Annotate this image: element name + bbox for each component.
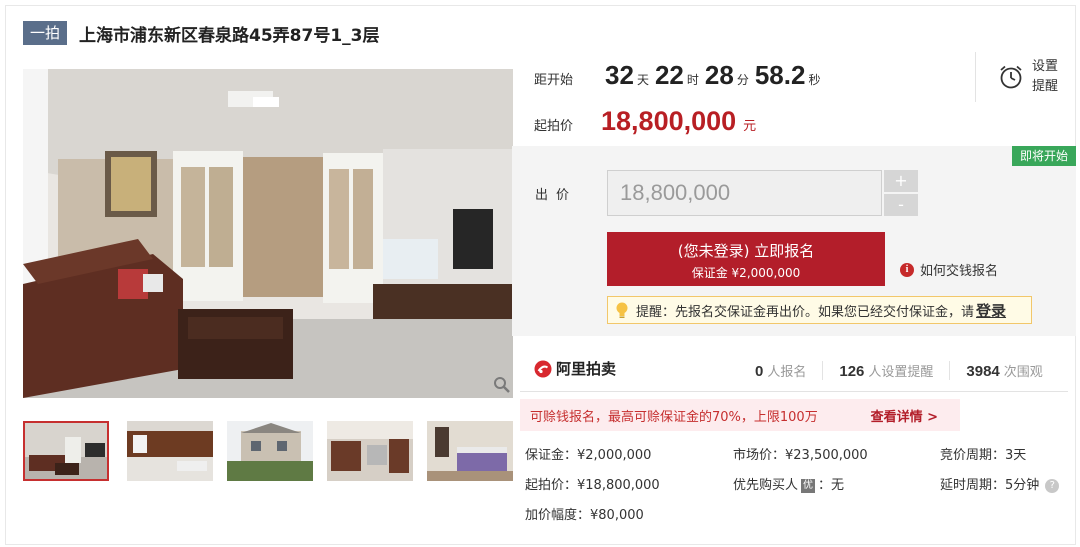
countdown-seconds: 58.2 <box>754 60 806 90</box>
priority-buyer-label: 优先购买人 <box>733 478 799 493</box>
countdown-seconds-unit: 秒 <box>808 73 821 87</box>
market-price-info: 市场价：¥23,500,000 <box>733 448 868 463</box>
thumbnail-2[interactable] <box>127 421 213 481</box>
credit-promo-text: 可赊钱报名，最高可赊保证金的70%，上限100万 <box>530 409 818 425</box>
bid-panel: 即将开始 出价 18,800,000 + - (您未登录) 立即报名 保证金 ¥… <box>512 146 1076 336</box>
login-tip: 提醒：先报名交保证金再出价。如果您已经交付保证金，请 登录 <box>607 296 1032 324</box>
priority-buyer-info: 优先购买人优：无 <box>733 474 844 493</box>
zoom-icon[interactable] <box>493 376 511 394</box>
ali-auction-logo-icon <box>534 360 552 377</box>
start-price-row: 起拍价 18,800,000 元 <box>534 106 756 137</box>
priority-buyer-value: ：无 <box>818 478 845 493</box>
bid-label: 出价 <box>535 188 578 203</box>
start-price-unit: 元 <box>743 119 757 134</box>
stat-signups-label: 人报名 <box>767 364 807 380</box>
section-divider <box>520 391 1068 392</box>
deposit-info: 保证金：¥2,000,000 <box>525 448 652 463</box>
stat-views: 3984 次围观 <box>949 360 1058 380</box>
countdown-days-unit: 天 <box>636 73 649 87</box>
login-link[interactable]: 登录 <box>976 300 1006 321</box>
stat-views-count: 3984 <box>966 362 1000 380</box>
thumbnail-5[interactable] <box>427 421 513 481</box>
stat-reminders-label: 人设置提醒 <box>868 364 934 380</box>
stat-signups: 0 人报名 <box>720 361 822 380</box>
countdown-minutes-unit: 分 <box>736 73 749 87</box>
view-details-link[interactable]: 查看详情 > <box>871 406 938 425</box>
start-price-label: 起拍价 <box>534 119 574 134</box>
thumbnail-3[interactable] <box>227 421 313 481</box>
alarm-clock-icon <box>1000 65 1022 89</box>
tip-text: 提醒：先报名交保证金再出价。如果您已经交付保证金，请 <box>636 304 975 320</box>
stat-reminders-count: 126 <box>839 362 865 380</box>
countdown-minutes: 28 <box>704 60 734 90</box>
status-badge: 即将开始 <box>1011 146 1076 166</box>
start-price-value: 18,800,000 <box>601 106 737 136</box>
how-to-signup-label: 如何交钱报名 <box>920 264 999 279</box>
decrease-bid-button[interactable]: - <box>884 194 918 216</box>
countdown-hours: 22 <box>654 60 684 90</box>
auction-round-tag: 一拍 <box>23 21 68 45</box>
stat-signups-count: 0 <box>755 362 764 380</box>
main-property-photo[interactable] <box>23 69 513 398</box>
delay-period-text: 延时周期：5分钟 <box>940 478 1040 493</box>
start-price-info: 起拍价：¥18,800,000 <box>525 478 660 493</box>
credit-promo-banner: 可赊钱报名，最高可赊保证金的70%，上限100万 查看详情 > <box>520 399 960 431</box>
priority-badge: 优 <box>801 478 816 493</box>
set-reminder-label: 设置提醒 <box>1032 59 1059 94</box>
brand-name: 阿里拍卖 <box>556 360 617 378</box>
lightbulb-icon <box>616 302 628 318</box>
countdown: 距开始 32 天 22 时 28 分 58.2 秒 <box>534 60 826 100</box>
signup-deposit-label: 保证金 ¥2,000,000 <box>691 266 801 280</box>
signup-button[interactable]: (您未登录) 立即报名 保证金 ¥2,000,000 <box>607 232 885 286</box>
countdown-label: 距开始 <box>534 73 574 88</box>
stats-bar: 0 人报名 126 人设置提醒 3984 次围观 <box>720 358 1059 382</box>
increment-info: 加价幅度：¥80,000 <box>525 508 644 523</box>
set-reminder-button[interactable]: 设置提醒 <box>975 52 1075 102</box>
title-row: 一拍 上海市浦东新区春泉路45弄87号1_3层 <box>23 21 380 46</box>
page-title: 上海市浦东新区春泉路45弄87号1_3层 <box>79 25 380 46</box>
ali-auction-brand: 阿里拍卖 <box>534 358 616 379</box>
stat-reminders: 126 人设置提醒 <box>822 360 949 380</box>
bid-amount-input[interactable]: 18,800,000 <box>607 170 882 216</box>
thumbnail-1[interactable] <box>23 421 109 481</box>
bid-period-info: 竞价周期：3天 <box>940 448 1027 463</box>
delay-period-info: 延时周期：5分钟? <box>940 474 1060 493</box>
increase-bid-button[interactable]: + <box>884 170 918 192</box>
help-icon[interactable]: ? <box>1045 478 1060 493</box>
how-to-signup-link[interactable]: i 如何交钱报名 <box>900 260 998 279</box>
countdown-days: 32 <box>605 60 634 90</box>
thumbnail-4[interactable] <box>327 421 413 481</box>
signup-button-label: (您未登录) 立即报名 <box>677 242 815 260</box>
countdown-hours-unit: 时 <box>686 73 699 87</box>
stat-views-label: 次围观 <box>1003 364 1043 380</box>
thumbnail-strip <box>23 421 513 483</box>
info-icon: i <box>900 262 914 277</box>
